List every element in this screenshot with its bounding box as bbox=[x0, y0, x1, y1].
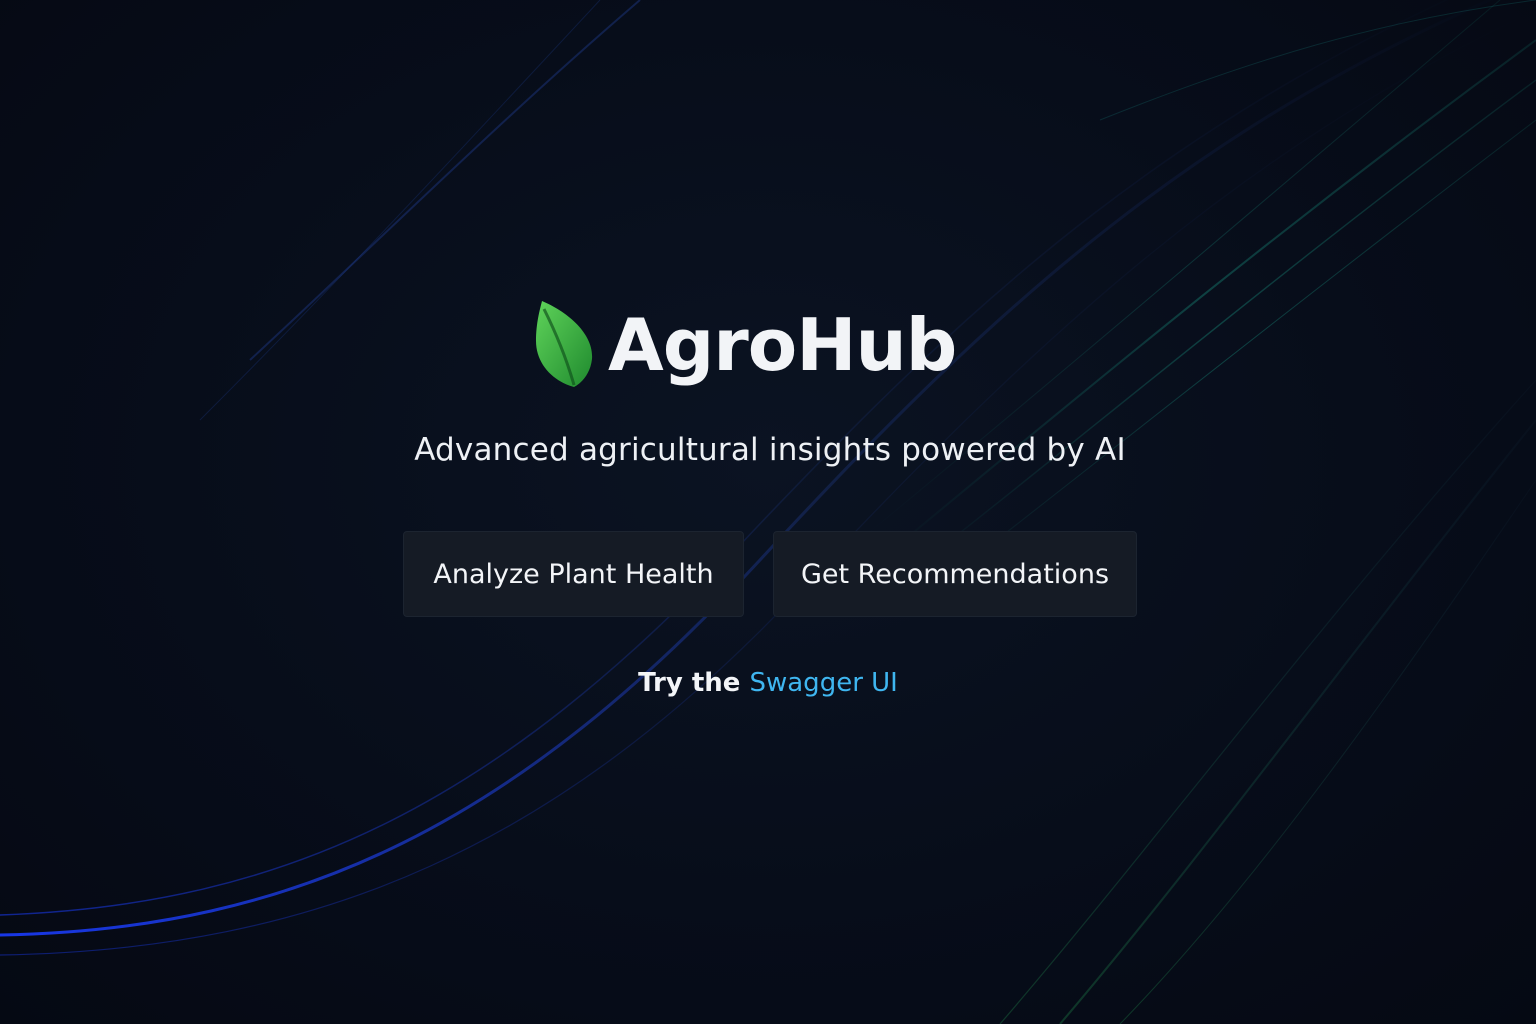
swagger-prefix: Try the bbox=[638, 668, 741, 698]
analyze-plant-health-button[interactable]: Analyze Plant Health bbox=[403, 531, 744, 617]
recommend-button-label: Get Recommendations bbox=[800, 558, 1110, 590]
analyze-button-label: Analyze Plant Health bbox=[433, 558, 714, 590]
get-recommendations-button[interactable]: Get Recommendations bbox=[773, 531, 1137, 617]
swagger-prompt: Try the Swagger UI bbox=[0, 668, 1536, 698]
hero-section: AgroHub Advanced agricultural insights p… bbox=[0, 0, 1536, 1024]
brand-logo: AgroHub bbox=[532, 288, 957, 398]
brand-name: AgroHub bbox=[608, 303, 957, 387]
leaf-icon bbox=[536, 301, 593, 387]
swagger-ui-link[interactable]: Swagger UI bbox=[749, 668, 897, 698]
hero-tagline: Advanced agricultural insights powered b… bbox=[414, 432, 1126, 468]
landing-page: AgroHub Advanced agricultural insights p… bbox=[0, 0, 1536, 1024]
